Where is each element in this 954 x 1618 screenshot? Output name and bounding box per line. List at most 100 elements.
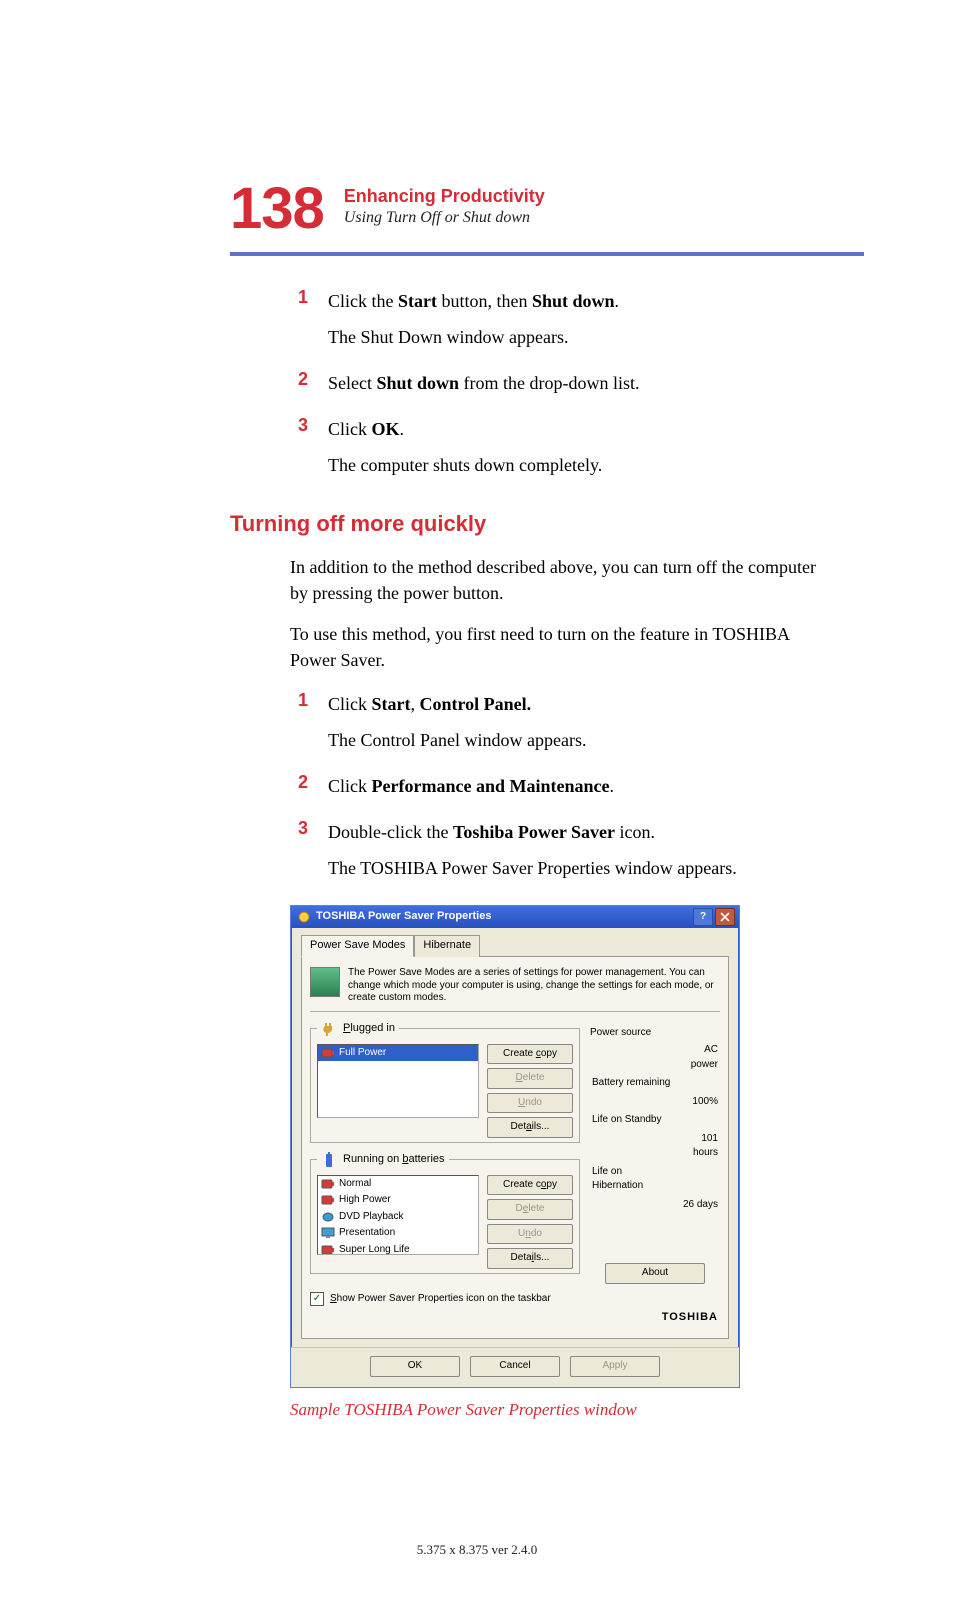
list-item-label: Presentation xyxy=(339,1226,395,1241)
list-item[interactable]: High Power xyxy=(318,1192,478,1209)
step-subtext: The TOSHIBA Power Saver Properties windo… xyxy=(328,855,824,881)
batteries-group: Running on batteries NormalHigh PowerDVD… xyxy=(310,1151,580,1274)
list-item-label: Full Power xyxy=(339,1046,386,1061)
delete-button[interactable]: Delete xyxy=(487,1068,573,1089)
battery-icon xyxy=(321,1151,339,1169)
tab-hibernate[interactable]: Hibernate xyxy=(414,935,480,957)
step-text: Click Performance and Maintenance. xyxy=(328,773,824,799)
figure: TOSHIBA Power Saver Properties ? Power S… xyxy=(290,905,824,1422)
details-button[interactable]: Details... xyxy=(487,1117,573,1138)
undo-button-2[interactable]: Undo xyxy=(487,1224,573,1245)
step-text: Click the Start button, then Shut down. xyxy=(328,288,824,314)
paragraph: In addition to the method described abov… xyxy=(290,554,824,606)
step-text: Double-click the Toshiba Power Saver ico… xyxy=(328,819,824,845)
header-rule xyxy=(230,252,864,256)
status-label xyxy=(592,1197,673,1214)
plugged-in-legend: Plugged in xyxy=(343,1021,395,1037)
status-row: 100% xyxy=(592,1094,718,1111)
close-button[interactable] xyxy=(715,908,735,926)
brand-label: TOSHIBA xyxy=(310,1308,720,1330)
status-label xyxy=(592,1131,673,1162)
step-2: 2 Select Shut down from the drop-down li… xyxy=(290,366,824,406)
list-item-label: Normal xyxy=(339,1177,371,1192)
help-button[interactable]: ? xyxy=(693,908,713,926)
status-value: 101 hours xyxy=(675,1131,718,1162)
mode-icon xyxy=(321,1211,335,1223)
description-row: The Power Save Modes are a series of set… xyxy=(310,965,720,1012)
list-item-label: High Power xyxy=(339,1193,391,1208)
left-column: Plugged in Full Power Create copy xyxy=(310,1020,580,1284)
status-value xyxy=(675,1112,718,1129)
header-titles: Enhancing Productivity Using Turn Off or… xyxy=(344,180,545,227)
status-row: 101 hours xyxy=(592,1131,718,1162)
status-table: AC powerBattery remaining100%Life on Sta… xyxy=(590,1040,720,1215)
plugged-in-group: Plugged in Full Power Create copy xyxy=(310,1020,580,1143)
status-row: Life on Hibernation xyxy=(592,1164,718,1195)
status-value: AC power xyxy=(675,1042,718,1073)
delete-button-2[interactable]: Delete xyxy=(487,1199,573,1220)
status-value: 100% xyxy=(675,1094,718,1111)
status-value xyxy=(675,1164,718,1195)
list-item[interactable]: DVD Playback xyxy=(318,1209,478,1226)
description-icon xyxy=(310,967,340,997)
status-label: Life on Hibernation xyxy=(592,1164,673,1195)
step-number: 1 xyxy=(290,284,308,360)
checkbox-label: Show Power Saver Properties icon on the … xyxy=(330,1292,551,1307)
list-item-label: Super Long Life xyxy=(339,1243,410,1254)
apply-button[interactable]: Apply xyxy=(570,1356,660,1377)
step-b3: 3 Double-click the Toshiba Power Saver i… xyxy=(290,815,824,891)
mode-icon xyxy=(321,1244,335,1254)
power-saver-dialog: TOSHIBA Power Saver Properties ? Power S… xyxy=(290,905,740,1387)
step-text: Select Shut down from the drop-down list… xyxy=(328,370,824,396)
status-label xyxy=(592,1042,673,1073)
chapter-title: Enhancing Productivity xyxy=(344,186,545,207)
list-item-label: DVD Playback xyxy=(339,1210,403,1225)
step-number: 3 xyxy=(290,412,308,488)
status-label xyxy=(592,1094,673,1111)
page-number: 138 xyxy=(230,180,324,238)
step-1: 1 Click the Start button, then Shut down… xyxy=(290,284,824,360)
step-subtext: The computer shuts down completely. xyxy=(328,452,824,478)
status-column: Power source AC powerBattery remaining10… xyxy=(590,1020,720,1284)
section-title: Using Turn Off or Shut down xyxy=(344,209,545,227)
batteries-listbox[interactable]: NormalHigh Power DVD PlaybackPresentation… xyxy=(317,1175,479,1255)
step-subtext: The Shut Down window appears. xyxy=(328,324,824,350)
undo-button[interactable]: Undo xyxy=(487,1093,573,1114)
page: 138 Enhancing Productivity Using Turn Of… xyxy=(0,0,954,1618)
page-header: 138 Enhancing Productivity Using Turn Of… xyxy=(230,180,864,238)
middle-row: Plugged in Full Power Create copy xyxy=(310,1012,720,1284)
checkbox-row: ✓ Show Power Saver Properties icon on th… xyxy=(310,1284,720,1309)
content: 1 Click the Start button, then Shut down… xyxy=(290,284,864,1422)
show-icon-checkbox[interactable]: ✓ xyxy=(310,1292,324,1306)
title-bar[interactable]: TOSHIBA Power Saver Properties ? xyxy=(291,906,739,928)
tab-power-save-modes[interactable]: Power Save Modes xyxy=(301,935,414,957)
ok-button[interactable]: OK xyxy=(370,1356,460,1377)
list-item[interactable]: Super Long Life xyxy=(318,1242,478,1254)
status-row: 26 days xyxy=(592,1197,718,1214)
heading-turning-off: Turning off more quickly xyxy=(230,508,824,540)
status-value xyxy=(675,1075,718,1092)
details-button-2[interactable]: Details... xyxy=(487,1248,573,1269)
tabs: Power Save Modes Hibernate xyxy=(301,934,729,956)
mode-icon xyxy=(321,1047,335,1059)
about-button[interactable]: About xyxy=(605,1263,705,1284)
step-3: 3 Click OK. The computer shuts down comp… xyxy=(290,412,824,488)
status-label: Battery remaining xyxy=(592,1075,673,1092)
mode-icon xyxy=(321,1194,335,1206)
list-item[interactable]: Full Power xyxy=(318,1045,478,1062)
status-row: AC power xyxy=(592,1042,718,1073)
status-row: Life on Standby xyxy=(592,1112,718,1129)
create-copy-button[interactable]: Create copy xyxy=(487,1044,573,1065)
step-number: 1 xyxy=(290,687,308,763)
create-copy-button-2[interactable]: Create copy xyxy=(487,1175,573,1196)
dialog-body: Power Save Modes Hibernate The Power Sav… xyxy=(291,928,739,1347)
cancel-button[interactable]: Cancel xyxy=(470,1356,560,1377)
plugged-in-listbox[interactable]: Full Power xyxy=(317,1044,479,1118)
mode-icon xyxy=(321,1227,335,1239)
status-title: Power source xyxy=(590,1026,720,1041)
step-number: 3 xyxy=(290,815,308,891)
status-row: Battery remaining xyxy=(592,1075,718,1092)
status-label: Life on Standby xyxy=(592,1112,673,1129)
list-item[interactable]: Presentation xyxy=(318,1225,478,1242)
list-item[interactable]: Normal xyxy=(318,1176,478,1193)
